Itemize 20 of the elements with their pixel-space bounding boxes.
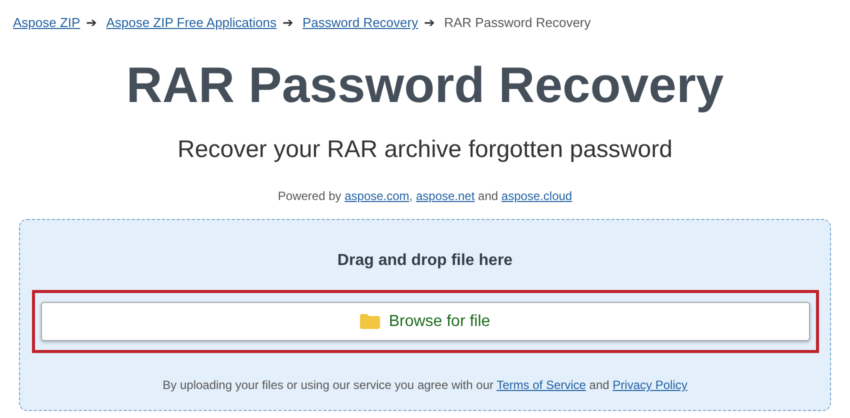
breadcrumb-arrow: ➔ xyxy=(424,15,436,30)
terms-notice: By uploading your files or using our service you agree with our Terms of Service and Privacy Policy xyxy=(162,377,688,393)
breadcrumb-link[interactable]: Aspose ZIP xyxy=(13,15,80,30)
link[interactable]: aspose.net xyxy=(416,189,475,203)
current-page: RAR Password Recovery xyxy=(444,15,591,30)
page-title: RAR Password Recovery xyxy=(126,56,724,114)
drop-zone[interactable]: Drag and drop file here Browse for file By uploading your files or using our service you agree with our Terms of Service and Privacy Policy xyxy=(19,219,831,411)
breadcrumb-arrow: ➔ xyxy=(86,15,98,30)
breadcrumb-link[interactable]: Aspose ZIP Free Applications xyxy=(106,15,276,30)
folder-icon xyxy=(360,314,380,329)
link[interactable]: Privacy Policy xyxy=(612,378,688,392)
link[interactable]: aspose.com xyxy=(344,189,410,203)
breadcrumb-link[interactable]: Password Recovery xyxy=(302,15,418,30)
powered-by-text: Powered by aspose.com, aspose.net and aspose.cloud xyxy=(278,188,572,204)
breadcrumb-arrow: ➔ xyxy=(282,15,294,30)
link[interactable]: Terms of Service xyxy=(496,378,586,392)
drop-heading: Drag and drop file here xyxy=(337,252,513,270)
browse-button[interactable]: Browse for file xyxy=(40,302,810,341)
link[interactable]: aspose.cloud xyxy=(501,189,572,203)
page-subtitle: Recover your RAR archive forgotten password xyxy=(178,136,672,164)
